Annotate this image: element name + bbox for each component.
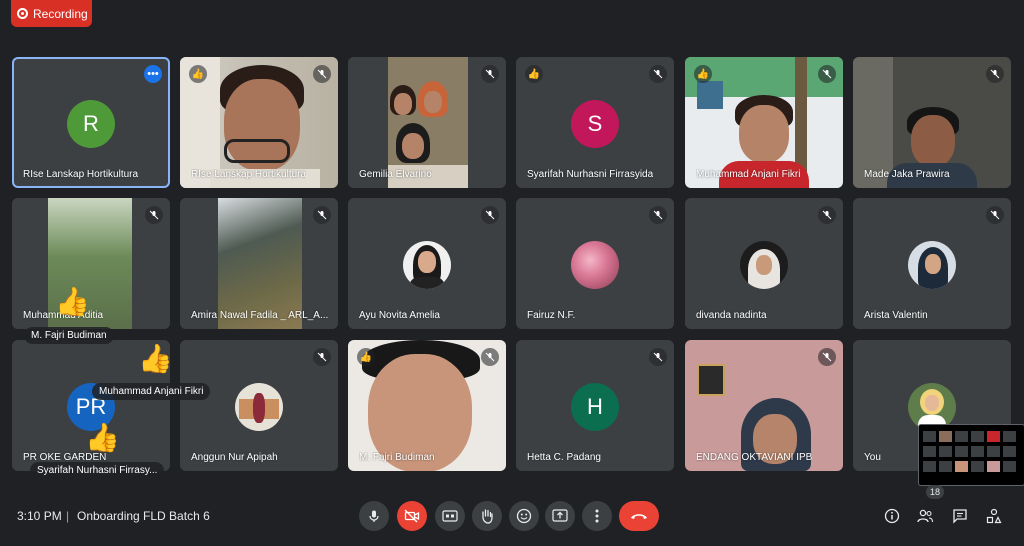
participant-name: divanda nadinta: [696, 310, 767, 321]
reaction-name: M. Fajri Budiman: [24, 327, 114, 344]
info-icon: [884, 508, 900, 524]
captions-button[interactable]: [435, 501, 465, 531]
captions-icon: [442, 510, 458, 522]
mic-off-icon: [481, 206, 499, 224]
participant-tile[interactable]: Fairuz N.F.: [516, 198, 674, 329]
avatar: H: [571, 383, 619, 431]
recording-badge[interactable]: Recording: [11, 0, 92, 27]
mic-off-icon: [986, 65, 1004, 83]
mic-off-icon: [649, 206, 667, 224]
participant-tile[interactable]: 👍 RIse Lanskap Hortikultura: [180, 57, 338, 188]
participant-tile[interactable]: Amira Nawal Fadila _ ARL_A...: [180, 198, 338, 329]
emoji-icon: [516, 508, 532, 524]
people-button[interactable]: [913, 504, 937, 528]
participant-tile[interactable]: Ayu Novita Amelia: [348, 198, 506, 329]
emoji-button[interactable]: [509, 501, 539, 531]
participant-name: ENDANG OKTAVIANI IPB: [696, 452, 813, 463]
participant-tile[interactable]: 👍 S Syarifah Nurhasni Firrasyida: [516, 57, 674, 188]
participant-tile[interactable]: Anggun Nur Apipah: [180, 340, 338, 471]
raise-hand-button[interactable]: [472, 501, 502, 531]
participant-name: Anggun Nur Apipah: [191, 452, 278, 463]
mic-off-icon: [313, 65, 331, 83]
participant-tile[interactable]: 👍 Muhammad Anjani Fikri: [685, 57, 843, 188]
mic-off-icon: [649, 348, 667, 366]
participant-tile[interactable]: Made Jaka Prawira: [853, 57, 1011, 188]
present-button[interactable]: [545, 501, 575, 531]
participant-name: M. Fajri Budiman: [359, 452, 435, 463]
avatar: [403, 241, 451, 289]
mic-off-icon: [818, 348, 836, 366]
avatar: S: [571, 100, 619, 148]
mic-off-icon: [313, 348, 331, 366]
hand-icon: [482, 509, 493, 524]
avatar: [571, 241, 619, 289]
mic-off-icon: [818, 65, 836, 83]
raised-hand-icon: 👍: [694, 65, 712, 83]
participant-name: Amira Nawal Fadila _ ARL_A...: [191, 310, 329, 321]
reaction-name: Muhammad Anjani Fikri: [92, 383, 211, 400]
avatar: [740, 241, 788, 289]
activities-icon: [986, 508, 1002, 524]
raised-hand-icon: 👍: [525, 65, 543, 83]
participant-name: Hetta C. Padang: [527, 452, 601, 463]
participant-name: Made Jaka Prawira: [864, 169, 950, 180]
self-view-thumbnail[interactable]: [918, 424, 1024, 486]
participant-count-badge: 18: [926, 485, 944, 499]
mic-off-icon: [145, 206, 163, 224]
participant-tile[interactable]: Arista Valentin: [853, 198, 1011, 329]
thumbs-up-icon: 👍: [138, 343, 173, 374]
present-screen-icon: [552, 509, 568, 522]
thumbs-up-icon: 👍: [55, 286, 90, 317]
participant-name: RIse Lanskap Hortikultura: [23, 169, 139, 180]
recording-icon: [17, 8, 28, 19]
participant-tile[interactable]: ••• R RIse Lanskap Hortikultura: [12, 57, 170, 188]
avatar: R: [67, 100, 115, 148]
camera-button[interactable]: [397, 501, 427, 531]
participant-name: Syarifah Nurhasni Firrasyida: [527, 169, 654, 180]
camera-off-icon: [404, 509, 420, 523]
mic-off-icon: [313, 206, 331, 224]
participant-tile[interactable]: H Hetta C. Padang: [516, 340, 674, 471]
participant-tile[interactable]: divanda nadinta: [685, 198, 843, 329]
meeting-title: Onboarding FLD Batch 6: [77, 509, 210, 523]
mic-off-icon: [649, 65, 667, 83]
participant-name: You: [864, 452, 881, 463]
raised-hand-icon: 👍: [357, 348, 375, 366]
more-options-icon[interactable]: •••: [144, 65, 162, 83]
activities-button[interactable]: [982, 504, 1006, 528]
participant-tile[interactable]: ENDANG OKTAVIANI IPB: [685, 340, 843, 471]
participant-tile[interactable]: Gemilia Elvarino: [348, 57, 506, 188]
more-options-button[interactable]: [582, 501, 612, 531]
bottom-bar: 3:10 PM | Onboarding FLD Batch 6 18: [0, 485, 1024, 546]
recording-label: Recording: [33, 6, 88, 21]
thumbs-up-icon: 👍: [85, 422, 120, 453]
mic-off-icon: [481, 65, 499, 83]
participant-name: Arista Valentin: [864, 310, 928, 321]
participant-tile[interactable]: Muhammad Aditia: [12, 198, 170, 329]
participant-name: Muhammad Anjani Fikri: [696, 169, 801, 180]
phone-hangup-icon: [631, 514, 647, 519]
meeting-time: 3:10 PM: [17, 509, 62, 523]
mic-off-icon: [986, 206, 1004, 224]
avatar: [235, 383, 283, 431]
avatar: [908, 241, 956, 289]
meeting-details-button[interactable]: [880, 504, 904, 528]
mic-off-icon: [481, 348, 499, 366]
more-vert-icon: [595, 509, 599, 523]
chat-icon: [953, 509, 967, 524]
chat-button[interactable]: [948, 504, 972, 528]
people-icon: [917, 509, 934, 523]
participant-name: RIse Lanskap Hortikultura: [191, 169, 307, 180]
separator: |: [66, 509, 70, 523]
reaction-name: Syarifah Nurhasni Firrasy...: [30, 462, 165, 479]
mic-off-icon: [818, 206, 836, 224]
participant-name: Fairuz N.F.: [527, 310, 576, 321]
microphone-icon: [369, 510, 379, 522]
participant-name: Ayu Novita Amelia: [359, 310, 440, 321]
microphone-button[interactable]: [359, 501, 389, 531]
participant-name: Gemilia Elvarino: [359, 169, 432, 180]
leave-call-button[interactable]: [619, 501, 659, 531]
participant-tile[interactable]: 👍 M. Fajri Budiman: [348, 340, 506, 471]
raised-hand-icon: 👍: [189, 65, 207, 83]
